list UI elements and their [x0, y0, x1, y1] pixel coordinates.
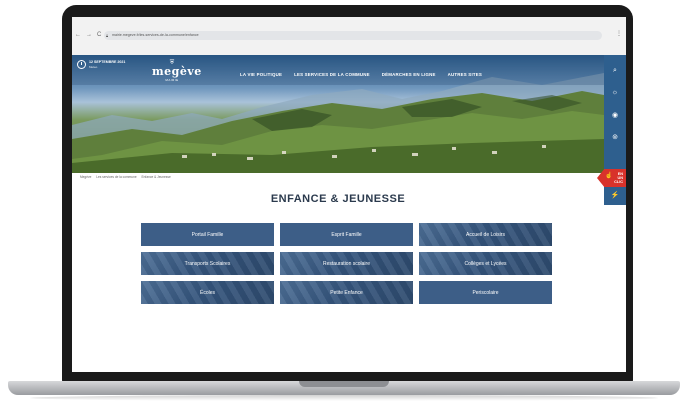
hand-pointer-icon: ☝ [605, 173, 613, 179]
breadcrumb-current: Enfance & Jeunesse [141, 175, 171, 179]
address-bar[interactable]: 🔒︎ mairie.megeve.fr/les-services-de-la-c… [104, 31, 602, 40]
laptop-shadow [30, 395, 658, 401]
tile-portail-famille[interactable]: Portail Famille [141, 223, 274, 246]
tile-accueil-de-loisirs[interactable]: Accueil de Loisirs [419, 223, 552, 246]
service-tiles-grid: Portail Famille Esprit Famille Accueil d… [141, 223, 553, 304]
flag-text-clic: CLIC [614, 180, 623, 184]
clock-icon [77, 60, 86, 69]
back-icon[interactable]: ← [75, 32, 81, 38]
menu-item-autres-sites[interactable]: AUTRES SITES [448, 72, 482, 77]
browser-chrome: ← → C 🔒︎ mairie.megeve.fr/les-services-d… [72, 17, 626, 55]
lock-icon: 🔒︎ [106, 33, 109, 38]
page-title: ENFANCE & JEUNESSE [270, 193, 406, 205]
main-menu: LA VIE POLITIQUE LES SERVICES DE LA COMM… [240, 72, 482, 77]
breadcrumb-services[interactable]: Les services de la commune [96, 175, 136, 179]
tile-restauration-scolaire[interactable]: Restauration scolaire [280, 252, 413, 275]
menu-item-vie-politique[interactable]: LA VIE POLITIQUE [240, 72, 282, 77]
search-icon[interactable]: ⌕ [604, 67, 626, 75]
browser-menu-icon[interactable]: ⋮ [616, 30, 622, 37]
reload-icon[interactable]: C [97, 32, 101, 38]
url-text: mairie.megeve.fr/les-services-de-la-comm… [112, 33, 199, 37]
breadcrumb: Megève Les services de la commune Enfanc… [80, 175, 175, 179]
map-pin-icon[interactable]: ⊚ [604, 133, 626, 141]
hero-banner: 12 SEPTEMBRE 2021 Meteo ⛨ megève MAIRIE … [72, 55, 626, 173]
flash-icon[interactable]: ⚡ [604, 191, 626, 199]
logo-subtitle: MAIRIE [165, 78, 179, 82]
tile-esprit-famille[interactable]: Esprit Famille [280, 223, 413, 246]
sun-icon[interactable]: ☼ [604, 89, 626, 96]
megeve-logo[interactable]: ⛨ megève MAIRIE [152, 60, 202, 82]
menu-item-services[interactable]: LES SERVICES DE LA COMMUNE [294, 72, 370, 77]
tile-colleges-et-lycees[interactable]: Collèges et Lycées [419, 252, 552, 275]
date-subtext: Meteo [89, 64, 98, 69]
logo-name: megève [152, 65, 202, 78]
breadcrumb-home[interactable]: Megève [80, 175, 91, 179]
menu-item-demarches[interactable]: DÉMARCHES EN LIGNE [382, 72, 436, 77]
laptop-notch [299, 381, 389, 387]
forward-icon[interactable]: → [86, 32, 92, 38]
date-widget: 12 SEPTEMBRE 2021 Meteo [77, 60, 125, 69]
tile-transports-scolaires[interactable]: Transports Scolaires [141, 252, 274, 275]
tile-petite-enfance[interactable]: Petite Enfance [280, 281, 413, 304]
laptop-screen: ← → C 🔒︎ mairie.megeve.fr/les-services-d… [72, 17, 626, 372]
tile-periscolaire[interactable]: Periscolaire [419, 281, 552, 304]
browser-nav-buttons: ← → C [75, 32, 101, 38]
location-icon[interactable]: ◉ [604, 111, 626, 119]
tile-ecoles[interactable]: Écoles [141, 281, 274, 304]
